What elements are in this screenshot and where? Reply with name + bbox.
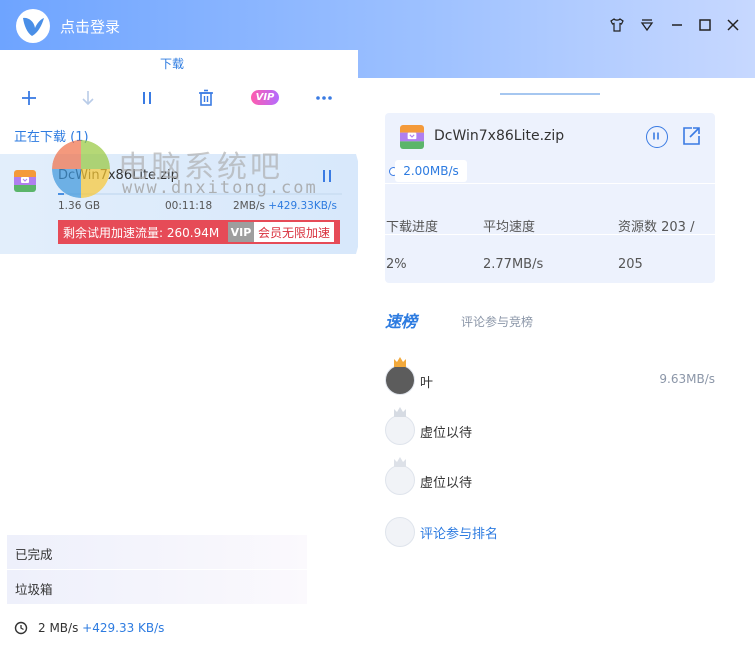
avatar [385,415,415,445]
member-unlimited-button[interactable]: 会员无限加速 [254,222,334,242]
close-icon[interactable] [722,14,744,36]
trial-acceleration-bar: 剩余试用加速流量: 260.94M VIP 会员无限加速 [58,220,340,244]
leaderboard-row[interactable]: 叶 9.63MB/s [385,365,715,405]
delete-icon[interactable] [194,86,218,110]
add-task-icon[interactable] [17,86,41,110]
detail-divider [385,183,715,184]
detail-zip-icon [400,125,424,149]
leaderboard-name: 虚位以待 [420,426,473,441]
leaderboard-title: 速榜 [385,312,418,331]
leaderboard-row[interactable]: 虚位以待 [385,465,715,505]
tab-download[interactable]: 下载 [160,55,184,72]
nav-trash-label: 垃圾箱 [15,582,53,597]
leaderboard-subtitle[interactable]: 评论参与竞榜 [461,313,533,330]
vip-badge[interactable]: VIP [251,90,279,105]
watermark-logo [52,140,110,198]
start-download-icon[interactable] [76,86,100,110]
leaderboard-name: 虚位以待 [420,476,473,491]
stat-avg-speed-label: 平均速度 [483,220,536,235]
trial-remaining-text: 剩余试用加速流量: 260.94M [63,226,220,240]
trial-vip-tag[interactable]: VIP [228,222,254,242]
skin-icon[interactable] [606,14,628,36]
stat-progress-label: 下载进度 [386,220,439,235]
stat-sources-label: 资源数 203 / [618,220,695,235]
status-speed-down: 2 MB/s [38,621,79,635]
watermark-url: www.dnxitong.com [122,178,318,198]
gold-crown-icon [393,353,407,367]
minimize-icon[interactable] [666,14,688,36]
leaderboard-row[interactable]: 虚位以待 [385,415,715,455]
silver-crown-icon [393,403,407,417]
nav-completed[interactable]: 已完成 [7,535,307,569]
stat-progress-value: 2% [386,257,407,272]
detail-pause-icon[interactable] [646,126,668,148]
watermark: 电脑系统吧 www.dnxitong.com [52,140,352,206]
more-icon[interactable] [312,86,336,110]
leaderboard-speed: 9.63MB/s [659,372,715,386]
nav-completed-label: 已完成 [15,547,53,562]
bronze-crown-icon [393,453,407,467]
detail-filename: DcWin7x86Lite.zip [434,128,565,144]
pause-all-icon[interactable] [135,86,159,110]
zip-file-icon [14,170,36,192]
stat-sources-value: 205 [618,257,643,272]
status-speed-up: +429.33 KB/s [82,621,165,635]
avatar [385,365,415,395]
nav-trash[interactable]: 垃圾箱 [7,570,307,604]
avatar [385,465,415,495]
clock-icon[interactable] [14,621,28,635]
status-bar: 2 MB/s +429.33 KB/s [14,621,164,635]
leaderboard-name: 叶 [420,376,434,391]
menu-dropdown-icon[interactable] [636,14,658,36]
comment-rank-link[interactable]: 评论参与排名 [420,523,498,542]
stat-avg-speed-value: 2.77MB/s [483,257,544,272]
right-panel-indicator [500,93,600,95]
current-speed-pill: 2.00MB/s [395,160,467,182]
login-link[interactable]: 点击登录 [60,16,120,37]
user-avatar [385,517,415,547]
app-logo [16,9,50,43]
open-external-icon[interactable] [680,125,702,147]
maximize-icon[interactable] [694,14,716,36]
